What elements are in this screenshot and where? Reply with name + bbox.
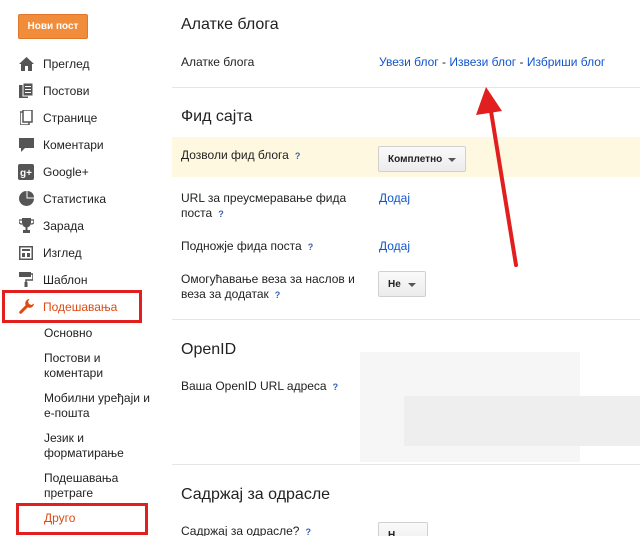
sidebar-item-label: Статистика	[43, 191, 107, 206]
sidebar-item-posts[interactable]: Постови	[0, 77, 160, 104]
openid-url-label: Ваша OpenID URL адреса?	[181, 379, 338, 395]
highlight-box-settings	[2, 290, 142, 323]
adult-content-value: Н	[388, 529, 396, 536]
help-icon[interactable]: ?	[295, 149, 301, 164]
sidebar-item-stats[interactable]: Статистика	[0, 185, 160, 212]
sidebar-item-layout[interactable]: Изглед	[0, 239, 160, 266]
sidebar-item-comments[interactable]: Коментари	[0, 131, 160, 158]
paint-roller-icon	[18, 272, 34, 288]
enclosure-links-label: Омогућавање веза за наслов и веза за дод…	[181, 272, 371, 303]
sidebar-item-label: Странице	[43, 110, 98, 125]
redirect-feed-label-text: URL за преусмеравање фида поста	[181, 191, 347, 220]
sidebar-item-google-plus[interactable]: g+ Google+	[0, 158, 160, 185]
subnav-basic[interactable]: Основно	[0, 326, 160, 341]
redirect-feed-label: URL за преусмеравање фида поста?	[181, 191, 371, 222]
sidebar-item-earnings[interactable]: Зарада	[0, 212, 160, 239]
separator: -	[438, 55, 450, 69]
enclosure-links-label-text: Омогућавање веза за наслов и веза за дод…	[181, 272, 355, 301]
sidebar-item-template[interactable]: Шаблон	[0, 266, 160, 293]
feed-footer-add-link[interactable]: Додај	[379, 239, 410, 253]
posts-icon	[18, 83, 34, 99]
help-icon[interactable]: ?	[333, 380, 339, 395]
sidebar-item-label: Изглед	[43, 245, 82, 260]
chevron-down-icon	[408, 283, 416, 287]
google-plus-icon: g+	[18, 163, 34, 180]
redirect-feed-add-link[interactable]: Додај	[379, 191, 410, 205]
enclosure-links-dropdown[interactable]: Не	[378, 271, 426, 297]
layout-icon	[18, 245, 34, 261]
help-icon[interactable]: ?	[218, 207, 224, 222]
subnav-search-preferences[interactable]: Подешавања претраге	[0, 471, 130, 501]
stats-icon	[18, 191, 34, 207]
sidebar-item-label: Зарада	[43, 218, 84, 233]
subnav-mobile-email[interactable]: Мобилни уређаји и е-пошта	[0, 391, 160, 421]
section-title-openid: OpenID	[181, 341, 237, 358]
sidebar: Нови пост Преглед Постови Странице Комен…	[0, 0, 160, 536]
home-icon	[18, 56, 34, 72]
trophy-icon	[18, 218, 34, 234]
sidebar-item-label: Шаблон	[43, 272, 88, 287]
blog-tools-label: Алатке блога	[181, 55, 255, 69]
section-title-site-feed: Фид сајта	[181, 108, 253, 125]
svg-text:g+: g+	[20, 168, 32, 179]
allow-feed-value: Комплетно	[388, 153, 443, 165]
help-icon[interactable]: ?	[308, 240, 314, 255]
sidebar-item-label: Преглед	[43, 56, 90, 71]
sidebar-item-overview[interactable]: Преглед	[0, 50, 160, 77]
feed-footer-label: Подножје фида поста?	[181, 239, 313, 255]
allow-feed-dropdown[interactable]: Комплетно	[378, 146, 466, 172]
help-icon[interactable]: ?	[305, 525, 311, 536]
subnav-language-formatting[interactable]: Језик и форматирање	[0, 431, 140, 461]
sidebar-item-pages[interactable]: Странице	[0, 104, 160, 131]
delete-blog-link[interactable]: Избриши блог	[527, 55, 605, 69]
adult-content-label: Садржај за одрасле??	[181, 524, 311, 536]
adult-content-label-text: Садржај за одрасле?	[181, 524, 300, 536]
section-title-blog-tools: Алатке блога	[181, 16, 279, 33]
import-blog-link[interactable]: Увези блог	[379, 55, 439, 69]
section-title-adult-content: Садржај за одрасле	[181, 486, 331, 503]
annotation-arrow	[476, 87, 518, 267]
allow-feed-label-text: Дозволи фид блога	[181, 148, 289, 162]
blog-tools-links: Увези блог - Извези блог - Избриши блог	[379, 55, 605, 69]
help-icon[interactable]: ?	[275, 288, 281, 303]
openid-url-label-text: Ваша OpenID URL адреса	[181, 379, 327, 393]
sidebar-item-label: Постови	[43, 83, 90, 98]
adult-content-dropdown[interactable]: Н	[378, 522, 428, 536]
highlight-box-other	[16, 503, 148, 535]
main-content: Алатке блога Алатке блога Увези блог - И…	[172, 0, 640, 536]
separator: -	[516, 55, 527, 69]
redacted-area	[404, 396, 640, 446]
sidebar-item-label: Коментари	[43, 137, 104, 152]
chevron-down-icon	[448, 158, 456, 162]
sidebar-item-label: Google+	[43, 164, 89, 179]
subnav-posts-comments[interactable]: Постови и коментари	[0, 351, 110, 381]
allow-feed-label: Дозволи фид блога?	[181, 148, 300, 164]
comments-icon	[18, 137, 34, 153]
new-post-button[interactable]: Нови пост	[18, 14, 88, 39]
settings-subnav: Основно Постови и коментари Мобилни уређ…	[0, 326, 160, 526]
divider	[172, 319, 640, 320]
divider	[172, 87, 640, 88]
divider	[172, 464, 640, 465]
export-blog-link[interactable]: Извези блог	[449, 55, 516, 69]
pages-icon	[18, 110, 34, 126]
feed-footer-label-text: Подножје фида поста	[181, 239, 302, 253]
enclosure-links-value: Не	[388, 278, 401, 290]
sidebar-nav: Преглед Постови Странице Коментари g+ Go…	[0, 50, 160, 320]
